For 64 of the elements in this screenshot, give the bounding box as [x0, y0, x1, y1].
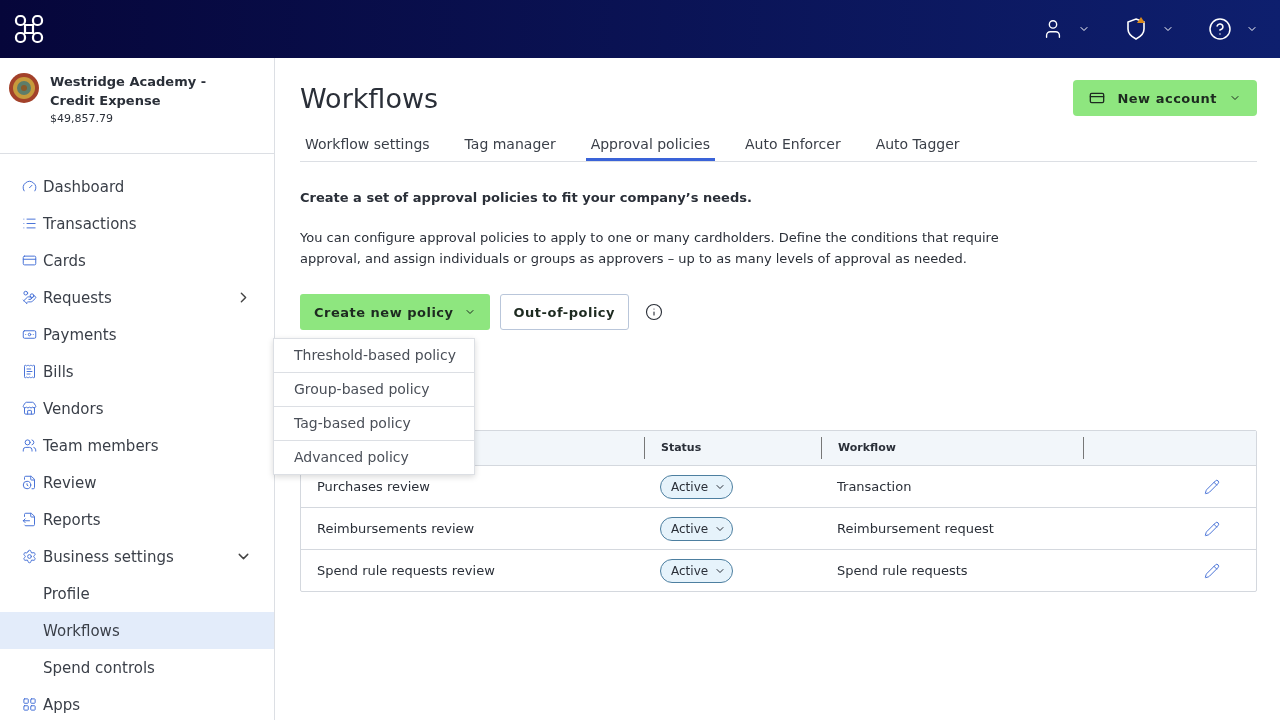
create-policy-button[interactable]: Create new policy	[300, 294, 490, 330]
nav-icon	[22, 216, 37, 231]
nav-icon	[22, 549, 37, 564]
new-account-button[interactable]: New account	[1073, 80, 1257, 116]
card-icon	[1089, 90, 1106, 106]
sidebar-item[interactable]: Dashboard	[0, 168, 274, 205]
table-cell-text: Reimbursements review	[316, 521, 476, 536]
tab[interactable]: Workflow settings	[300, 128, 435, 161]
menu-item[interactable]: Advanced policy	[274, 440, 474, 474]
edit-icon[interactable]	[1204, 520, 1220, 537]
sidebar-item[interactable]: Bills	[0, 353, 274, 390]
nav-icon	[22, 438, 37, 453]
table-cell-text: Spend rule requests	[836, 563, 969, 578]
nav-icon	[22, 512, 37, 527]
table-cell-text: Spend rule requests review	[316, 563, 496, 578]
tab[interactable]: Auto Tagger	[870, 128, 965, 161]
help-icon[interactable]	[1208, 17, 1232, 41]
nav-icon	[22, 475, 37, 490]
section-heading: Create a set of approval policies to fit your company’s needs.	[300, 190, 753, 205]
nav-icon	[22, 179, 37, 194]
edit-icon[interactable]	[1204, 478, 1220, 495]
sidebar-item[interactable]: Vendors	[0, 390, 274, 427]
sidebar-item[interactable]: Team members	[0, 427, 274, 464]
nav-icon	[22, 253, 37, 268]
sidebar-item[interactable]: Review	[0, 464, 274, 501]
menu-item[interactable]: Threshold-based policy	[274, 339, 474, 372]
sidebar-item[interactable]: Cards	[0, 242, 274, 279]
menu-item[interactable]: Tag-based policy	[274, 406, 474, 440]
sidebar-item[interactable]: Business settings	[0, 538, 274, 575]
tab[interactable]: Auto Enforcer	[739, 128, 846, 161]
nav-icon	[22, 401, 37, 416]
column-header: Workflow	[821, 437, 1083, 459]
description: You can configure approval policies to apply to one or many cardholders. Define the conditions that require approval, and assign individuals or groups as approvers – up to as many levels of approval as needed.	[300, 229, 1000, 268]
menu-item[interactable]: Group-based policy	[274, 372, 474, 406]
org-name: Westridge Academy - Credit Expense	[50, 73, 208, 110]
org-balance: $49,857.79	[50, 112, 114, 125]
column-header: Status	[644, 437, 821, 459]
edit-icon[interactable]	[1204, 562, 1220, 579]
status-dropdown[interactable]: Active	[660, 516, 734, 541]
nav-icon	[22, 290, 37, 305]
sidebar-item[interactable]: Payments	[0, 316, 274, 353]
sidebar-subitem[interactable]: Workflows	[0, 612, 274, 649]
sidebar-item[interactable]: Requests	[0, 279, 274, 316]
page-title: Workflows	[300, 82, 439, 114]
shield-alert-icon[interactable]	[1124, 16, 1148, 42]
status-dropdown[interactable]: Active	[660, 474, 734, 499]
sidebar-item[interactable]: Apps	[0, 686, 274, 720]
table-cell-text: Purchases review	[316, 479, 431, 494]
info-icon[interactable]	[645, 303, 664, 321]
sidebar-item[interactable]: Reports	[0, 501, 274, 538]
sidebar-item[interactable]: Transactions	[0, 205, 274, 242]
nav-icon	[22, 364, 37, 379]
nav-icon	[22, 327, 37, 342]
sidebar-subitem[interactable]: Profile	[0, 575, 274, 612]
tab[interactable]: Tag manager	[459, 128, 561, 161]
table-cell-text: Transaction	[836, 479, 913, 494]
tab[interactable]: Approval policies	[585, 128, 715, 161]
status-dropdown[interactable]: Active	[660, 558, 734, 583]
logo-icon[interactable]	[14, 14, 44, 44]
table-cell-text: Reimbursement request	[836, 521, 995, 536]
sidebar-subitem[interactable]: Spend controls	[0, 649, 274, 686]
nav-icon	[22, 697, 37, 712]
crest-icon	[8, 72, 40, 104]
out-of-policy-button[interactable]: Out-of-policy	[499, 294, 630, 330]
